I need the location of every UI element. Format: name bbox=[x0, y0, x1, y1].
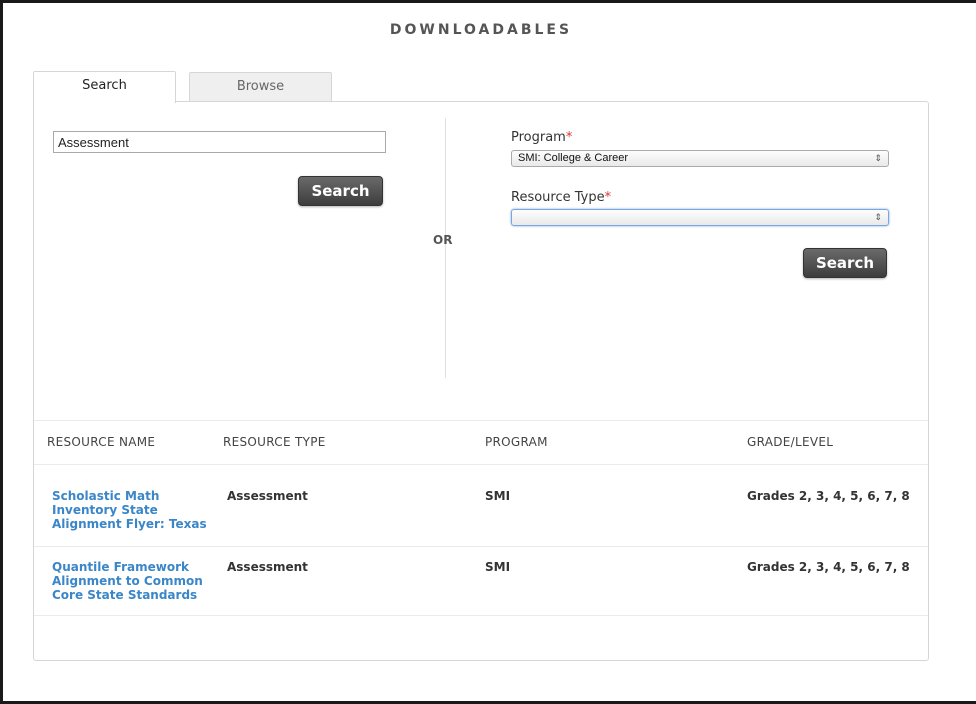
grade-cell: Grades 2, 3, 4, 5, 6, 7, 8 bbox=[747, 560, 910, 574]
select-arrows-icon: ⇕ bbox=[874, 212, 882, 222]
search-panel: Search OR Program* SMI: College & Career… bbox=[33, 101, 929, 661]
resource-type-cell: Assessment bbox=[227, 560, 308, 574]
resource-type-cell: Assessment bbox=[227, 489, 308, 503]
program-label-text: Program bbox=[511, 130, 566, 145]
or-divider bbox=[445, 118, 446, 378]
resource-type-select[interactable]: ⇕ bbox=[511, 209, 889, 226]
column-header-grade-level: GRADE/LEVEL bbox=[747, 435, 834, 449]
required-asterisk: * bbox=[604, 190, 612, 205]
program-select-value: SMI: College & Career bbox=[518, 152, 629, 164]
tab-search[interactable]: Search bbox=[33, 71, 176, 103]
page-title: DOWNLOADABLES bbox=[389, 22, 573, 38]
keyword-search-button[interactable]: Search bbox=[298, 176, 383, 206]
program-label: Program* bbox=[511, 130, 572, 145]
resource-type-label-text: Resource Type bbox=[511, 190, 605, 205]
header-row-divider bbox=[34, 464, 928, 465]
required-asterisk: * bbox=[565, 130, 573, 145]
table-row-divider bbox=[34, 615, 928, 616]
tab-browse[interactable]: Browse bbox=[189, 72, 332, 102]
table-top-divider bbox=[34, 420, 928, 421]
column-header-resource-type: RESOURCE TYPE bbox=[223, 435, 326, 449]
or-label: OR bbox=[433, 233, 453, 247]
program-cell: SMI bbox=[485, 560, 511, 574]
program-select[interactable]: SMI: College & Career ⇕ bbox=[511, 150, 889, 167]
program-cell: SMI bbox=[485, 489, 511, 503]
keyword-search-input[interactable] bbox=[53, 131, 386, 153]
select-arrows-icon: ⇕ bbox=[874, 153, 882, 163]
resource-link[interactable]: Quantile Framework Alignment to Common C… bbox=[52, 560, 212, 602]
resource-type-label: Resource Type* bbox=[511, 190, 611, 205]
resource-link[interactable]: Scholastic Math Inventory State Alignmen… bbox=[52, 489, 212, 531]
grade-cell: Grades 2, 3, 4, 5, 6, 7, 8 bbox=[747, 489, 910, 503]
filter-search-button[interactable]: Search bbox=[803, 248, 887, 278]
table-row-divider bbox=[34, 546, 928, 547]
column-header-resource-name: RESOURCE NAME bbox=[47, 435, 156, 449]
column-header-program: PROGRAM bbox=[485, 435, 548, 449]
